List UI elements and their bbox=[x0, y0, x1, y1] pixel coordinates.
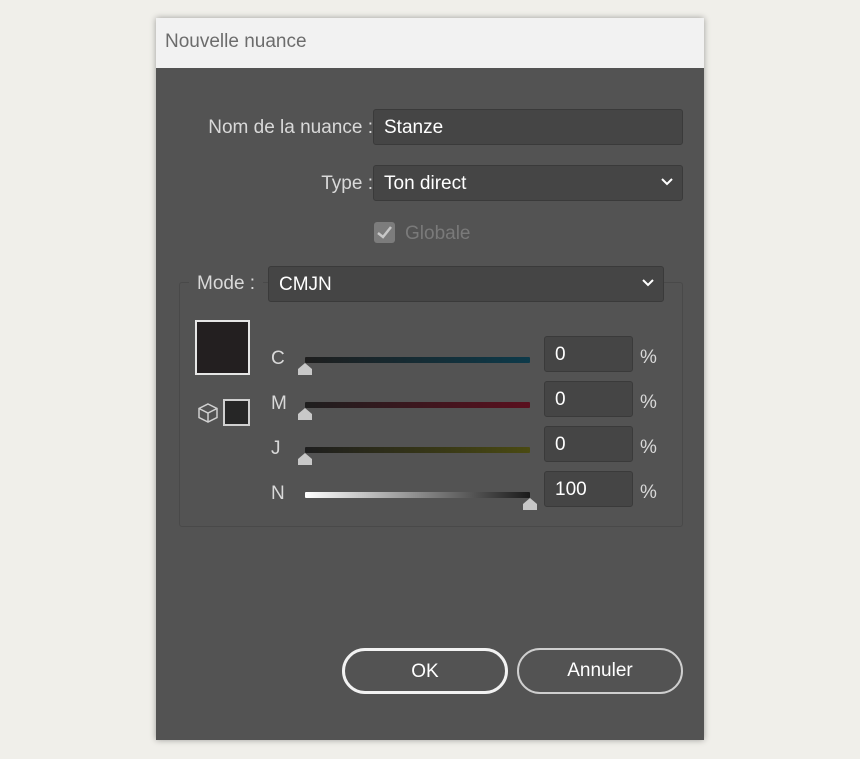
slider-track[interactable] bbox=[305, 402, 530, 408]
swatch-name-label: Nom de la nuance : bbox=[208, 117, 373, 138]
chevron-down-icon bbox=[642, 279, 654, 287]
channel-value: 0 bbox=[555, 344, 566, 365]
global-label: Globale bbox=[405, 223, 471, 244]
ok-button[interactable]: OK bbox=[342, 648, 508, 694]
channel-value: 100 bbox=[555, 479, 587, 500]
cancel-button[interactable]: Annuler bbox=[517, 648, 683, 694]
percent-unit: % bbox=[640, 347, 657, 368]
channel-label: M bbox=[271, 393, 287, 414]
slider-thumb[interactable] bbox=[521, 497, 539, 511]
percent-unit: % bbox=[640, 392, 657, 413]
slider-thumb[interactable] bbox=[296, 452, 314, 466]
channel-value-input[interactable]: 100 bbox=[544, 471, 633, 507]
slider-track[interactable] bbox=[305, 492, 530, 498]
global-checkbox[interactable] bbox=[374, 222, 395, 243]
mode-dropdown[interactable]: CMJN bbox=[268, 266, 664, 302]
type-dropdown[interactable]: Ton direct bbox=[373, 165, 683, 201]
slider-row-n: N 100% bbox=[156, 471, 704, 527]
mode-label: Mode : bbox=[189, 273, 264, 295]
swatch-name-value: Stanze bbox=[384, 117, 444, 138]
type-label: Type : bbox=[321, 173, 373, 194]
checkmark-icon bbox=[377, 226, 392, 239]
dialog-title: Nouvelle nuance bbox=[165, 31, 307, 52]
slider-thumb[interactable] bbox=[296, 407, 314, 421]
title-bar[interactable]: Nouvelle nuance bbox=[156, 18, 704, 68]
slider-thumb[interactable] bbox=[296, 362, 314, 376]
mode-value: CMJN bbox=[279, 274, 332, 295]
slider-track[interactable] bbox=[305, 357, 530, 363]
channel-label: N bbox=[271, 483, 285, 504]
percent-unit: % bbox=[640, 482, 657, 503]
type-value: Ton direct bbox=[384, 173, 467, 194]
channel-value-input[interactable]: 0 bbox=[544, 336, 633, 372]
channel-value: 0 bbox=[555, 434, 566, 455]
new-swatch-dialog: Nouvelle nuance Nom de la nuance : Stanz… bbox=[156, 18, 704, 740]
chevron-down-icon bbox=[661, 178, 673, 186]
channel-label: C bbox=[271, 348, 285, 369]
channel-value: 0 bbox=[555, 389, 566, 410]
slider-track[interactable] bbox=[305, 447, 530, 453]
channel-value-input[interactable]: 0 bbox=[544, 381, 633, 417]
channel-label: J bbox=[271, 438, 281, 459]
channel-value-input[interactable]: 0 bbox=[544, 426, 633, 462]
swatch-name-input[interactable]: Stanze bbox=[373, 109, 683, 145]
percent-unit: % bbox=[640, 437, 657, 458]
